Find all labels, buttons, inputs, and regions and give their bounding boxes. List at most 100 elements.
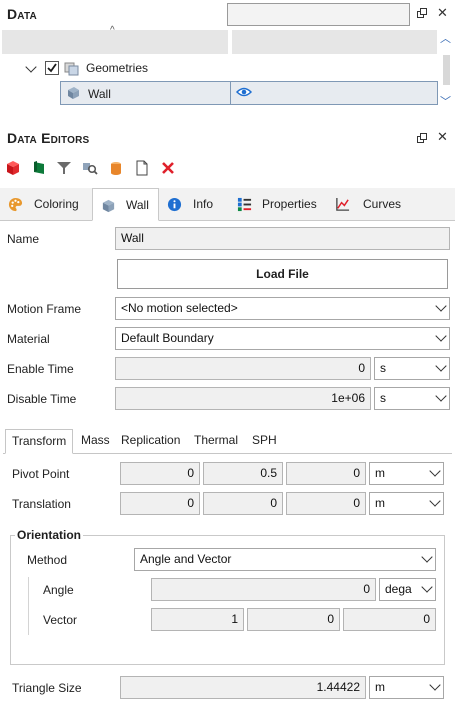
angle-unit-select[interactable]: dega [379,578,436,601]
material-label: Material [7,332,50,346]
tab-coloring[interactable]: Coloring [0,188,92,221]
pivot-y-field[interactable]: 0.5 [203,462,283,485]
pivot-x-field[interactable]: 0 [120,462,200,485]
translation-unit-select[interactable]: m [369,492,444,515]
tab-properties-label: Properties [262,197,317,211]
flag-green-icon[interactable] [31,160,47,176]
wall-tree-label[interactable]: Wall [88,87,111,101]
geometries-label[interactable]: Geometries [86,61,148,75]
palette-icon [8,197,23,212]
triangle-size-field[interactable]: 1.44422 [120,676,366,699]
angle-field[interactable]: 0 [151,578,376,601]
scroll-up-icon[interactable]: ︿ [440,30,451,46]
wall-geometry-icon [65,85,81,104]
editors-close-icon[interactable]: ✕ [437,129,448,145]
angle-unit: dega [385,582,412,596]
tab-info-label: Info [193,197,214,211]
pivot-unit-select[interactable]: m [369,462,444,485]
info-icon [167,197,182,212]
tab-curves-label: Curves [363,197,402,211]
subtab-transform[interactable]: Transform [5,429,74,454]
disable-time-label: Disable Time [7,392,77,406]
curves-icon [335,197,350,211]
geometries-folder-icon [64,60,80,79]
tab-properties[interactable]: Properties [229,188,327,221]
subtab-replication[interactable]: Replication [115,429,186,454]
chevron-down-icon [435,360,447,372]
chevron-down-icon [421,581,433,593]
properties-icon [237,197,252,212]
data-panel-close-icon[interactable]: ✕ [437,5,448,21]
tree-row-wall-divider [230,82,231,104]
translation-x-field[interactable]: 0 [120,492,200,515]
vector-z-field[interactable]: 0 [343,608,436,631]
method-select[interactable]: Angle and Vector [134,548,436,571]
load-file-button[interactable]: Load File [117,259,448,289]
disable-time-unit-select[interactable]: s [374,387,450,410]
pivot-unit: m [375,466,385,480]
translation-label: Translation [12,497,71,511]
editors-float-icon[interactable] [417,132,427,146]
editors-panel-title: Data Editors [7,130,90,146]
tab-wall-label: Wall [126,198,149,212]
delete-icon[interactable] [160,160,176,176]
document-icon[interactable] [134,160,150,176]
pivot-point-label: Pivot Point [12,467,70,481]
enable-time-field[interactable]: 0 [115,357,371,380]
enable-time-unit-select[interactable]: s [374,357,450,380]
chevron-down-icon [429,495,441,507]
triangle-size-label: Triangle Size [12,681,82,695]
cube-red-icon[interactable] [5,160,21,176]
chevron-down-icon [429,679,441,691]
data-panel-float-icon[interactable] [417,8,427,21]
tab-info[interactable]: Info [159,188,229,221]
chevron-down-icon [435,300,447,312]
visibility-eye-icon[interactable] [235,86,253,101]
subtab-mass[interactable]: Mass [75,429,116,454]
angle-label: Angle [43,583,74,597]
motion-frame-select[interactable]: <No motion selected> [115,297,450,320]
tab-coloring-label: Coloring [34,197,79,211]
method-label: Method [27,553,68,567]
subtab-thermal[interactable]: Thermal [188,429,244,454]
funnel-icon[interactable] [56,160,72,176]
subtab-sph[interactable]: SPH [246,429,283,454]
translation-z-field[interactable]: 0 [286,492,366,515]
enable-time-label: Enable Time [7,362,74,376]
vector-label: Vector [43,613,78,627]
tree-header-col2[interactable] [232,30,437,54]
tab-curves[interactable]: Curves [327,188,412,221]
scrollbar-thumb[interactable] [443,55,450,85]
sort-up-icon: ^ [110,25,115,36]
disable-time-field[interactable]: 1e+06 [115,387,371,410]
material-select[interactable]: Default Boundary [115,327,450,350]
disable-time-unit: s [380,391,386,405]
orientation-title: Orientation [15,528,84,542]
material-value: Default Boundary [121,331,214,345]
motion-frame-label: Motion Frame [7,302,82,316]
load-file-label: Load File [256,267,309,281]
enable-time-unit: s [380,361,386,375]
expand-chevron-icon[interactable] [25,61,37,73]
data-search-input[interactable] [227,3,410,26]
cylinder-icon[interactable] [108,160,124,176]
geometries-checkbox[interactable] [45,61,59,75]
method-value: Angle and Vector [140,552,232,566]
chevron-down-icon [421,551,433,563]
tree-header-col1[interactable] [2,30,228,54]
angle-vector-subgroup [28,577,29,635]
wall-icon [101,198,115,213]
tab-wall[interactable]: Wall [92,188,159,221]
pivot-z-field[interactable]: 0 [286,462,366,485]
chevron-down-icon [429,465,441,477]
motion-frame-value: <No motion selected> [121,301,238,315]
vector-x-field[interactable]: 1 [151,608,244,631]
chevron-down-icon [435,330,447,342]
triangle-size-unit-select[interactable]: m [369,676,444,699]
search-object-icon[interactable] [82,160,98,176]
vector-y-field[interactable]: 0 [247,608,340,631]
name-field[interactable]: Wall [115,227,450,250]
triangle-size-unit: m [375,680,385,694]
scroll-down-icon[interactable]: ﹀ [440,93,451,109]
translation-y-field[interactable]: 0 [203,492,283,515]
